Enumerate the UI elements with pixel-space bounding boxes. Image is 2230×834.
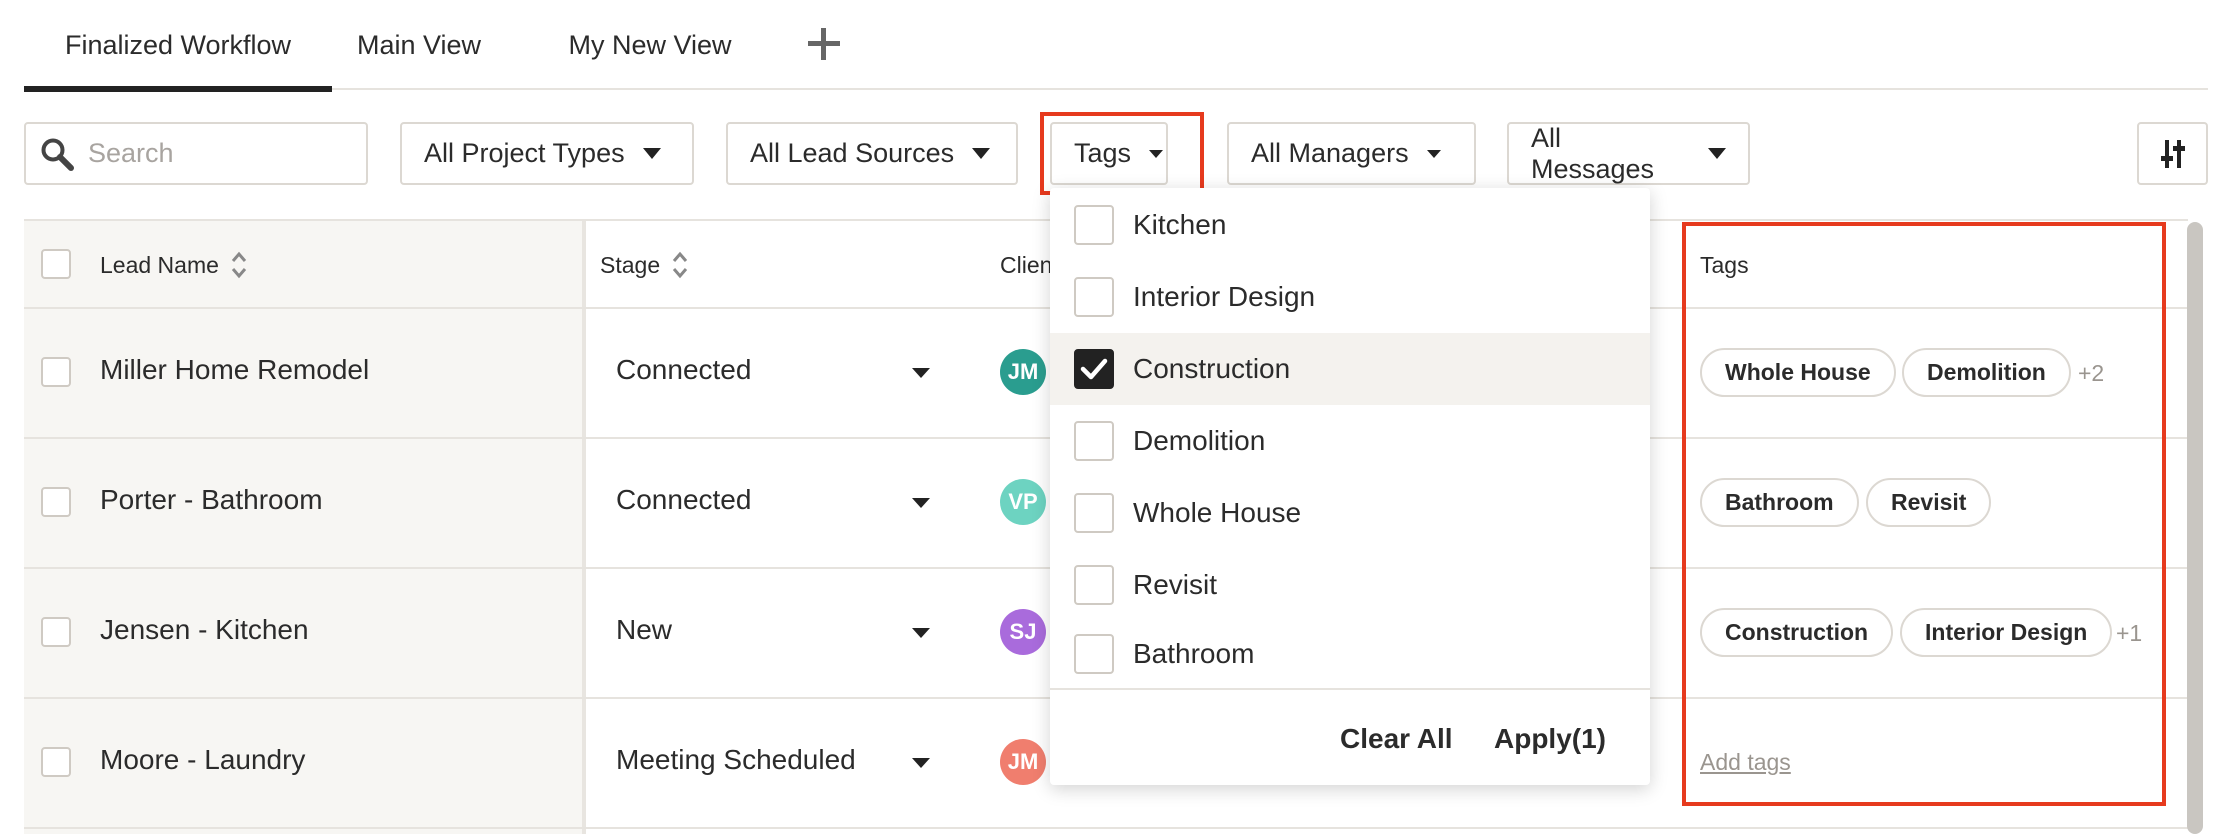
lead-name[interactable]: Jensen - Kitchen <box>100 614 309 646</box>
table-scrollbar[interactable] <box>2187 222 2203 834</box>
tag-option-checkbox[interactable] <box>1074 349 1114 389</box>
tags-column-highlight <box>1682 222 2166 806</box>
view-tabs: Finalized Workflow Main View My New View <box>24 0 2208 92</box>
tag-option-kitchen[interactable]: Kitchen <box>1050 189 1650 261</box>
tab-main-view[interactable]: Main View <box>332 0 506 90</box>
lead-name-header[interactable]: Lead Name <box>100 245 247 285</box>
tags-dropdown: Kitchen Interior Design Construction Dem… <box>1050 188 1650 785</box>
tags-filter-highlight <box>1040 112 1204 195</box>
caret-down-icon <box>972 148 991 159</box>
tag-option-checkbox[interactable] <box>1074 634 1114 674</box>
tag-option-interior-design[interactable]: Interior Design <box>1050 261 1650 333</box>
caret-down-icon <box>642 148 661 159</box>
messages-filter[interactable]: All Messages <box>1507 122 1750 185</box>
avatar: JM <box>1000 349 1046 395</box>
tag-option-checkbox[interactable] <box>1074 565 1114 605</box>
add-view-button[interactable] <box>804 24 844 64</box>
lead-name[interactable]: Miller Home Remodel <box>100 354 369 386</box>
row-checkbox[interactable] <box>41 487 71 517</box>
tag-option-label: Whole House <box>1133 497 1302 528</box>
tag-option-demolition[interactable]: Demolition <box>1050 405 1650 477</box>
sliders-icon <box>2160 139 2185 168</box>
filter-label: All Lead Sources <box>750 138 955 168</box>
row-divider <box>24 827 2188 829</box>
check-icon <box>1080 358 1108 380</box>
header-label: Stage <box>600 251 661 278</box>
search-box[interactable] <box>24 122 368 185</box>
tag-option-construction[interactable]: Construction <box>1050 333 1650 405</box>
stage-select[interactable]: Meeting Scheduled <box>616 744 856 776</box>
avatar: VP <box>1000 479 1046 525</box>
tab-label: Finalized Workflow <box>64 29 292 60</box>
sort-icon <box>672 251 688 279</box>
filter-label: All Managers <box>1251 138 1409 168</box>
lead-name[interactable]: Porter - Bathroom <box>100 484 323 516</box>
plus-icon <box>808 28 840 60</box>
tab-label: Main View <box>356 29 482 60</box>
tag-option-checkbox[interactable] <box>1074 205 1114 245</box>
header-label: Lead Name <box>100 251 219 278</box>
lead-sources-filter[interactable]: All Lead Sources <box>726 122 1018 185</box>
tag-option-label: Revisit <box>1133 569 1218 600</box>
lead-name[interactable]: Moore - Laundry <box>100 744 305 776</box>
search-input[interactable] <box>88 138 358 169</box>
project-types-filter[interactable]: All Project Types <box>400 122 694 185</box>
tab-my-new-view[interactable]: My New View <box>542 0 758 90</box>
stage-header[interactable]: Stage <box>600 245 688 285</box>
search-icon <box>41 138 74 171</box>
tag-option-label: Demolition <box>1133 425 1266 456</box>
apply-button[interactable]: Apply(1) <box>1494 690 1606 787</box>
filter-label: All Project Types <box>424 138 625 168</box>
tag-option-bathroom[interactable]: Bathroom <box>1050 621 1650 687</box>
avatar: JM <box>1000 739 1046 785</box>
sort-icon <box>231 251 247 279</box>
stage-select[interactable]: Connected <box>616 484 751 516</box>
caret-down-icon[interactable] <box>912 628 930 638</box>
tag-option-checkbox[interactable] <box>1074 421 1114 461</box>
caret-down-icon[interactable] <box>912 758 930 768</box>
frozen-column-divider <box>582 221 586 834</box>
caret-down-icon <box>1426 149 1441 158</box>
filter-label: All Messages <box>1531 122 1655 184</box>
tag-option-whole-house[interactable]: Whole House <box>1050 477 1650 549</box>
avatar: SJ <box>1000 609 1046 655</box>
caret-down-icon[interactable] <box>912 368 930 378</box>
row-checkbox[interactable] <box>41 617 71 647</box>
stage-select[interactable]: Connected <box>616 354 751 386</box>
caret-down-icon[interactable] <box>912 498 930 508</box>
stage-select[interactable]: New <box>616 614 672 646</box>
row-checkbox[interactable] <box>41 747 71 777</box>
tag-option-revisit[interactable]: Revisit <box>1050 549 1650 621</box>
column-settings-button[interactable] <box>2137 122 2208 185</box>
tag-option-label: Interior Design <box>1133 281 1316 312</box>
tag-option-label: Kitchen <box>1133 209 1227 240</box>
tag-option-label: Bathroom <box>1133 638 1255 669</box>
frozen-column-bg <box>24 221 582 834</box>
managers-filter[interactable]: All Managers <box>1227 122 1476 185</box>
row-checkbox[interactable] <box>41 357 71 387</box>
tag-option-checkbox[interactable] <box>1074 277 1114 317</box>
tag-option-checkbox[interactable] <box>1074 493 1114 533</box>
caret-down-icon <box>1708 148 1726 159</box>
tab-label: My New View <box>568 29 732 60</box>
dropdown-footer: Clear All Apply(1) <box>1050 688 1650 785</box>
clear-all-button[interactable]: Clear All <box>1340 690 1453 787</box>
select-all-checkbox[interactable] <box>41 249 71 279</box>
tab-finalized-workflow[interactable]: Finalized Workflow <box>24 0 332 92</box>
tag-option-label: Construction <box>1133 353 1291 384</box>
